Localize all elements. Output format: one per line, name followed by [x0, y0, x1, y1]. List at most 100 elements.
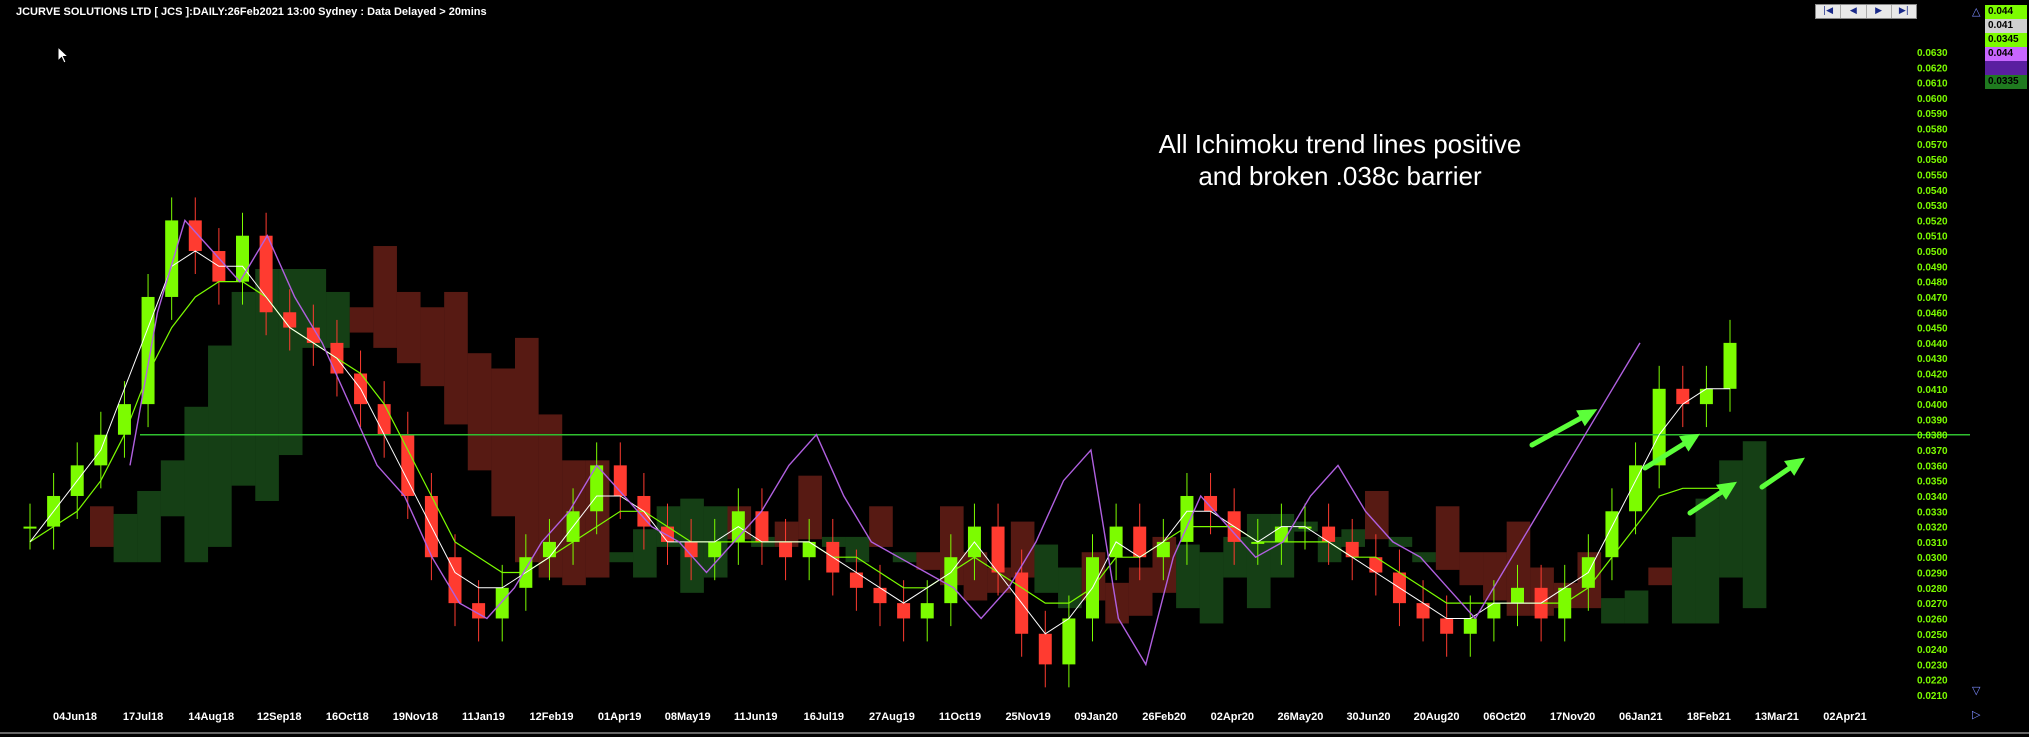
y-tick-label: 0.0440: [1917, 339, 1948, 350]
cloud-segment: [491, 368, 515, 517]
x-tick-label: 09Jan20: [1074, 711, 1117, 723]
y-tick-label: 0.0280: [1917, 584, 1948, 595]
cloud-segment: [137, 490, 161, 563]
candle-body: [991, 526, 1005, 573]
y-tick-label: 0.0310: [1917, 538, 1948, 549]
x-tick-label: 27Aug19: [869, 711, 915, 723]
y-tick-label: 0.0460: [1917, 308, 1948, 319]
candle-body: [779, 541, 793, 558]
candle-body: [1699, 388, 1713, 405]
cloud-segment: [1459, 552, 1484, 586]
cloud-segment: [1671, 536, 1696, 624]
candle-body: [259, 235, 273, 313]
y-tick-label: 0.0250: [1917, 630, 1948, 641]
cloud-segment: [798, 475, 822, 540]
candle-body: [236, 235, 249, 282]
cloud-segment: [1624, 590, 1649, 624]
y-tick-label: 0.0350: [1917, 477, 1948, 488]
cloud-segment: [1719, 460, 1743, 578]
y-tick-label: 0.0560: [1917, 155, 1948, 166]
y-tick-label: 0.0510: [1917, 232, 1948, 243]
x-tick-label: 11Oct19: [939, 711, 981, 723]
cloud-segment: [633, 529, 657, 578]
y-tick-label: 0.0210: [1917, 691, 1948, 702]
y-tick-label: 0.0290: [1917, 569, 1948, 580]
x-tick-label: 11Jun19: [734, 711, 777, 723]
cloud-segment: [515, 337, 539, 563]
cloud-segment: [444, 291, 468, 425]
x-tick-label: 04Jun18: [53, 711, 97, 723]
y-tick-label: 0.0220: [1917, 676, 1948, 687]
cloud-segment: [1648, 567, 1672, 586]
y-tick-label: 0.0410: [1917, 385, 1948, 396]
trend-arrow-head: [1784, 457, 1805, 476]
cloud-segment: [1435, 506, 1460, 570]
candle-body: [23, 526, 37, 529]
y-tick-label: 0.0330: [1917, 507, 1948, 518]
y-tick-label: 0.0360: [1917, 461, 1948, 472]
cloud-segment: [208, 345, 232, 547]
candle-body: [897, 603, 911, 619]
candle-body: [1322, 526, 1336, 542]
candle-body: [495, 587, 509, 619]
y-tick-label: 0.0620: [1917, 63, 1948, 74]
cloud-segment: [1742, 441, 1767, 609]
x-tick-label: 06Jan21: [1619, 711, 1662, 723]
cloud-segment: [1199, 552, 1224, 624]
candle-body: [920, 603, 934, 619]
x-tick-label: 01Apr19: [598, 711, 641, 723]
cloud-segment: [396, 291, 421, 364]
y-tick-label: 0.0450: [1917, 324, 1948, 335]
candle-body: [1204, 495, 1218, 512]
candle-body: [1463, 618, 1477, 634]
cloud-segment: [113, 513, 138, 563]
candle-body: [708, 541, 722, 558]
x-tick-label: 12Feb19: [530, 711, 574, 723]
cloud-segment: [467, 353, 492, 471]
candle-body: [401, 434, 415, 496]
x-tick-label: 02Apr20: [1211, 711, 1254, 723]
y-tick-label: 0.0490: [1917, 262, 1948, 273]
x-tick-label: 13Mar21: [1755, 711, 1799, 723]
cloud-segment: [1246, 513, 1271, 609]
candle-body: [1416, 603, 1430, 619]
y-axis: 0.0630 0.0620 0.0610 0.0600 0.0590 0.0580 0.05…: [1917, 48, 1948, 702]
cloud-segment: [1034, 544, 1059, 593]
candle-body: [873, 587, 887, 604]
y-tick-label: 0.0430: [1917, 354, 1948, 365]
x-tick-label: 14Aug18: [188, 711, 234, 723]
cloud-segment: [160, 460, 185, 517]
chart-annotation: All Ichimoku trend lines positive and br…: [1090, 128, 1590, 192]
y-tick-label: 0.0590: [1917, 109, 1948, 120]
x-tick-label: 25Nov19: [1005, 711, 1050, 723]
y-tick-label: 0.0240: [1917, 645, 1948, 656]
cloud-segment: [869, 506, 893, 547]
cloud-segment: [373, 246, 397, 348]
y-tick-label: 0.0530: [1917, 201, 1948, 212]
y-tick-label: 0.0600: [1917, 94, 1948, 105]
annotation-line-2: and broken .038c barrier: [1198, 161, 1482, 191]
y-tick-label: 0.0390: [1917, 415, 1948, 426]
cloud-segment: [326, 291, 350, 348]
x-tick-label: 30Jun20: [1346, 711, 1390, 723]
y-tick-label: 0.0540: [1917, 186, 1948, 197]
y-tick-label: 0.0320: [1917, 523, 1948, 534]
candle-body: [1062, 618, 1076, 665]
x-tick-label: 18Feb21: [1687, 711, 1731, 723]
x-tick-label: 16Oct18: [326, 711, 369, 723]
x-tick-label: 02Apr21: [1823, 711, 1866, 723]
x-tick-label: 19Nov18: [393, 711, 438, 723]
y-tick-label: 0.0610: [1917, 79, 1948, 90]
candle-body: [1274, 526, 1288, 542]
y-tick-label: 0.0480: [1917, 278, 1948, 289]
x-tick-label: 12Sep18: [257, 711, 302, 723]
candle-body: [1133, 526, 1147, 558]
candle-body: [1723, 342, 1737, 389]
candle-body: [117, 404, 131, 435]
x-tick-label: 08May19: [665, 711, 711, 723]
x-tick-label: 26Feb20: [1142, 711, 1186, 723]
cloud-segment: [231, 291, 256, 486]
cloud-segment: [1695, 498, 1720, 624]
y-tick-label: 0.0520: [1917, 216, 1948, 227]
y-tick-label: 0.0400: [1917, 400, 1948, 411]
